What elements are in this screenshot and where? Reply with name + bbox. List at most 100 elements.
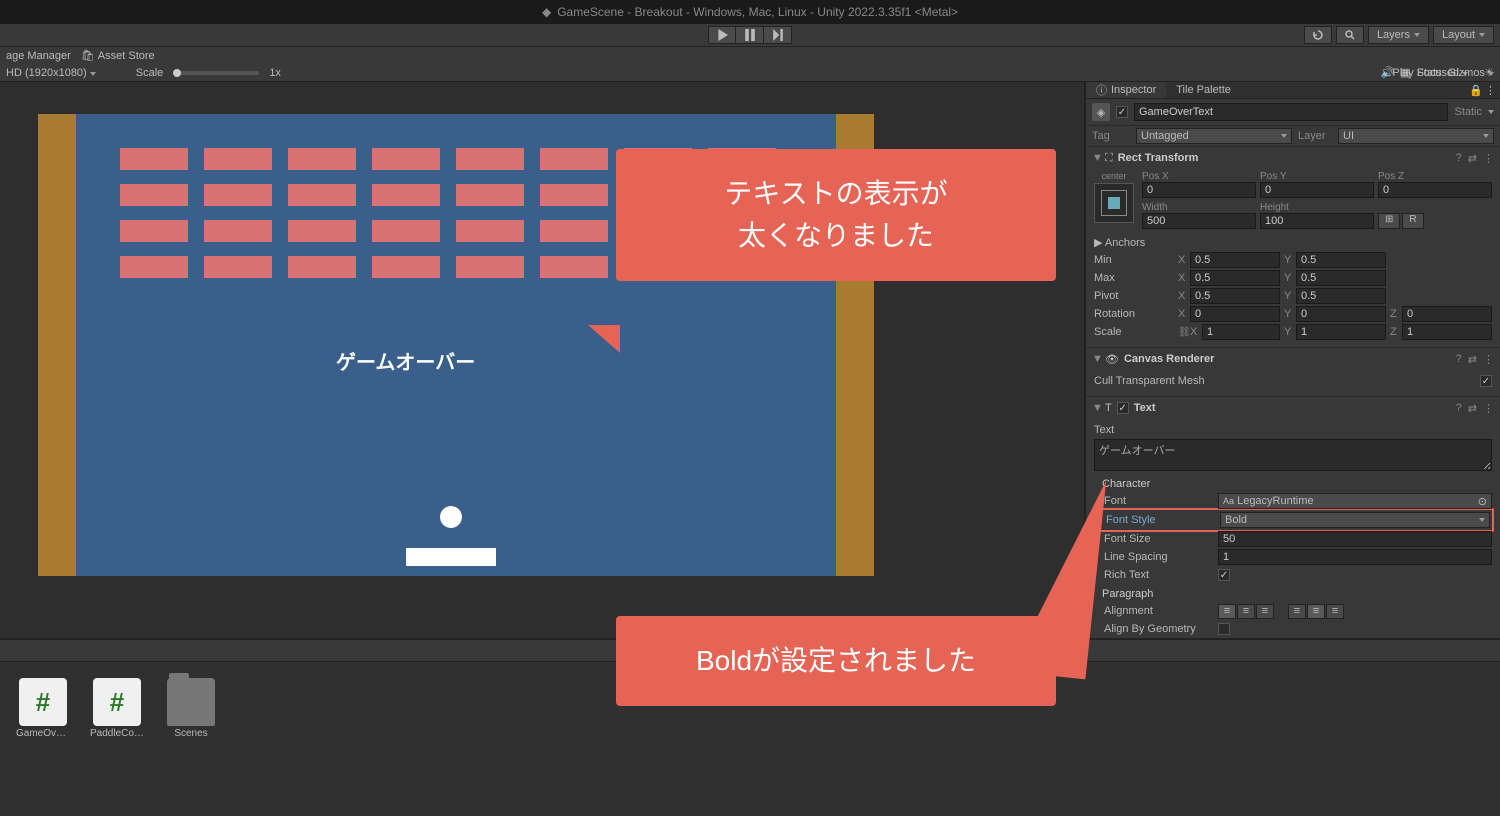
- info-icon: ⓘ: [1096, 82, 1107, 98]
- font-size-input[interactable]: [1218, 531, 1492, 547]
- anchor-max-y[interactable]: [1296, 270, 1386, 286]
- pause-button[interactable]: [736, 26, 764, 44]
- eye-icon: 👁: [1105, 353, 1119, 366]
- layers-dropdown[interactable]: Layers: [1368, 26, 1429, 44]
- pivot-y[interactable]: [1296, 288, 1386, 304]
- help-icon[interactable]: ?: [1456, 152, 1462, 165]
- help-icon[interactable]: ?: [1456, 402, 1462, 415]
- cull-transparent-checkbox[interactable]: [1480, 375, 1492, 387]
- inspector-panel: ⓘInspector Tile Palette 🔒 ⋮ ◈ Static Tag…: [1086, 82, 1500, 638]
- scale-label: Scale: [136, 67, 164, 79]
- tag-dropdown[interactable]: Untagged: [1136, 128, 1292, 144]
- gameobject-icon[interactable]: ◈: [1092, 103, 1110, 121]
- game-over-text: ゲームオーバー: [336, 346, 475, 375]
- anchor-min-y[interactable]: [1296, 252, 1386, 268]
- rot-x[interactable]: [1190, 306, 1280, 322]
- layout-dropdown[interactable]: Layout: [1433, 26, 1494, 44]
- menu-icon[interactable]: ⋮: [1485, 84, 1496, 97]
- align-horizontal[interactable]: ≡≡≡: [1218, 604, 1274, 619]
- tag-label: Tag: [1092, 130, 1130, 142]
- scale-z[interactable]: [1402, 324, 1492, 340]
- inspector-header: ◈ Static: [1086, 99, 1500, 126]
- object-name-input[interactable]: [1134, 103, 1448, 121]
- rect-transform-icon: ⛶: [1105, 152, 1113, 165]
- rich-text-checkbox[interactable]: [1218, 569, 1230, 581]
- tab-inspector[interactable]: ⓘInspector: [1086, 82, 1166, 98]
- annotation-2: Boldが設定されました: [616, 616, 1056, 706]
- titlebar-text: GameScene - Breakout - Windows, Mac, Lin…: [557, 5, 958, 19]
- active-checkbox[interactable]: [1116, 106, 1128, 118]
- titlebar: ◆ GameScene - Breakout - Windows, Mac, L…: [0, 0, 1500, 24]
- paddle: [406, 548, 496, 566]
- asset-gameover[interactable]: #GameOver...: [16, 678, 70, 739]
- align-vertical[interactable]: ≡≡≡: [1288, 604, 1344, 619]
- component-text: ▼ T Text ?⇄⋮ Text ゲームオーバー Character Font…: [1086, 396, 1500, 638]
- gizmos-icon[interactable]: ▦: [1400, 66, 1410, 79]
- asset-store-tab[interactable]: 🛍Asset Store: [81, 49, 155, 62]
- text-header[interactable]: ▼ T Text ?⇄⋮: [1086, 397, 1500, 419]
- blueprint-button[interactable]: ⊞: [1378, 213, 1400, 229]
- gizmos-dropdown[interactable]: Gizmos: [1448, 67, 1494, 79]
- text-icon: T: [1105, 402, 1112, 414]
- lock-icon[interactable]: 🔒: [1469, 84, 1483, 97]
- static-dropdown[interactable]: [1488, 110, 1494, 114]
- menu-icon[interactable]: ⋮: [1483, 152, 1494, 165]
- anchor-min-x[interactable]: [1190, 252, 1280, 268]
- scene-toolbar: HD (1920x1080) Scale 1x Play Focused ☀ 🔊…: [0, 64, 1500, 82]
- posy-input[interactable]: [1260, 182, 1374, 198]
- posx-input[interactable]: [1142, 182, 1256, 198]
- layer-label: Layer: [1298, 130, 1332, 142]
- undo-history-button[interactable]: [1304, 26, 1332, 44]
- menu-icon[interactable]: ⋮: [1483, 353, 1494, 366]
- font-style-dropdown[interactable]: Bold: [1220, 512, 1490, 528]
- scale-x[interactable]: [1202, 324, 1280, 340]
- component-rect-transform: ▼ ⛶ Rect Transform ?⇄⋮ center Pos X Pos …: [1086, 146, 1500, 347]
- link-icon[interactable]: ⛓: [1178, 327, 1188, 338]
- scale-value: 1x: [269, 67, 281, 79]
- pivot-x[interactable]: [1190, 288, 1280, 304]
- stats-button[interactable]: Stats: [1417, 67, 1442, 79]
- rot-z[interactable]: [1402, 306, 1492, 322]
- menu-icon[interactable]: ⋮: [1483, 402, 1494, 415]
- package-manager-tab[interactable]: age Manager: [6, 50, 71, 62]
- playbar: Layers Layout: [0, 24, 1500, 46]
- play-button[interactable]: [708, 26, 736, 44]
- preset-icon[interactable]: ⇄: [1468, 353, 1477, 366]
- canvas-renderer-header[interactable]: ▼ 👁 Canvas Renderer ?⇄⋮: [1086, 348, 1500, 370]
- annotation-1: テキストの表示が 太くなりました: [616, 149, 1056, 281]
- character-section: Character: [1094, 474, 1492, 492]
- step-button[interactable]: [764, 26, 792, 44]
- static-label: Static: [1454, 106, 1482, 118]
- rect-transform-header[interactable]: ▼ ⛶ Rect Transform ?⇄⋮: [1086, 147, 1500, 169]
- audio-icon[interactable]: 🔊: [1380, 66, 1394, 79]
- font-dropdown[interactable]: Aa LegacyRuntime⊙: [1218, 493, 1492, 509]
- align-geom-checkbox[interactable]: [1218, 623, 1230, 635]
- anchor-max-x[interactable]: [1190, 270, 1280, 286]
- raw-button[interactable]: R: [1402, 213, 1423, 229]
- anchor-preset-button[interactable]: [1094, 183, 1134, 223]
- line-spacing-input[interactable]: [1218, 549, 1492, 565]
- height-input[interactable]: [1260, 213, 1374, 229]
- paragraph-section: Paragraph: [1094, 584, 1492, 602]
- component-canvas-renderer: ▼ 👁 Canvas Renderer ?⇄⋮ Cull Transparent…: [1086, 347, 1500, 396]
- preset-icon[interactable]: ⇄: [1468, 402, 1477, 415]
- resolution-dropdown[interactable]: HD (1920x1080): [6, 67, 96, 79]
- subbar: age Manager 🛍Asset Store: [0, 46, 1500, 64]
- text-enabled-checkbox[interactable]: [1117, 402, 1129, 414]
- rot-y[interactable]: [1296, 306, 1386, 322]
- asset-paddlecon[interactable]: #PaddleCon...: [90, 678, 144, 739]
- preset-icon[interactable]: ⇄: [1468, 152, 1477, 165]
- unity-icon: ◆: [542, 5, 551, 19]
- font-style-label: Font Style: [1096, 514, 1216, 526]
- ball: [440, 506, 462, 528]
- text-textarea[interactable]: ゲームオーバー: [1094, 439, 1492, 471]
- scale-y[interactable]: [1296, 324, 1386, 340]
- layer-dropdown[interactable]: UI: [1338, 128, 1494, 144]
- tab-tile-palette[interactable]: Tile Palette: [1166, 82, 1241, 98]
- search-button[interactable]: [1336, 26, 1364, 44]
- posz-input[interactable]: [1378, 182, 1492, 198]
- scale-slider[interactable]: [173, 71, 259, 75]
- asset-scenes[interactable]: Scenes: [164, 678, 218, 739]
- width-input[interactable]: [1142, 213, 1256, 229]
- help-icon[interactable]: ?: [1456, 353, 1462, 366]
